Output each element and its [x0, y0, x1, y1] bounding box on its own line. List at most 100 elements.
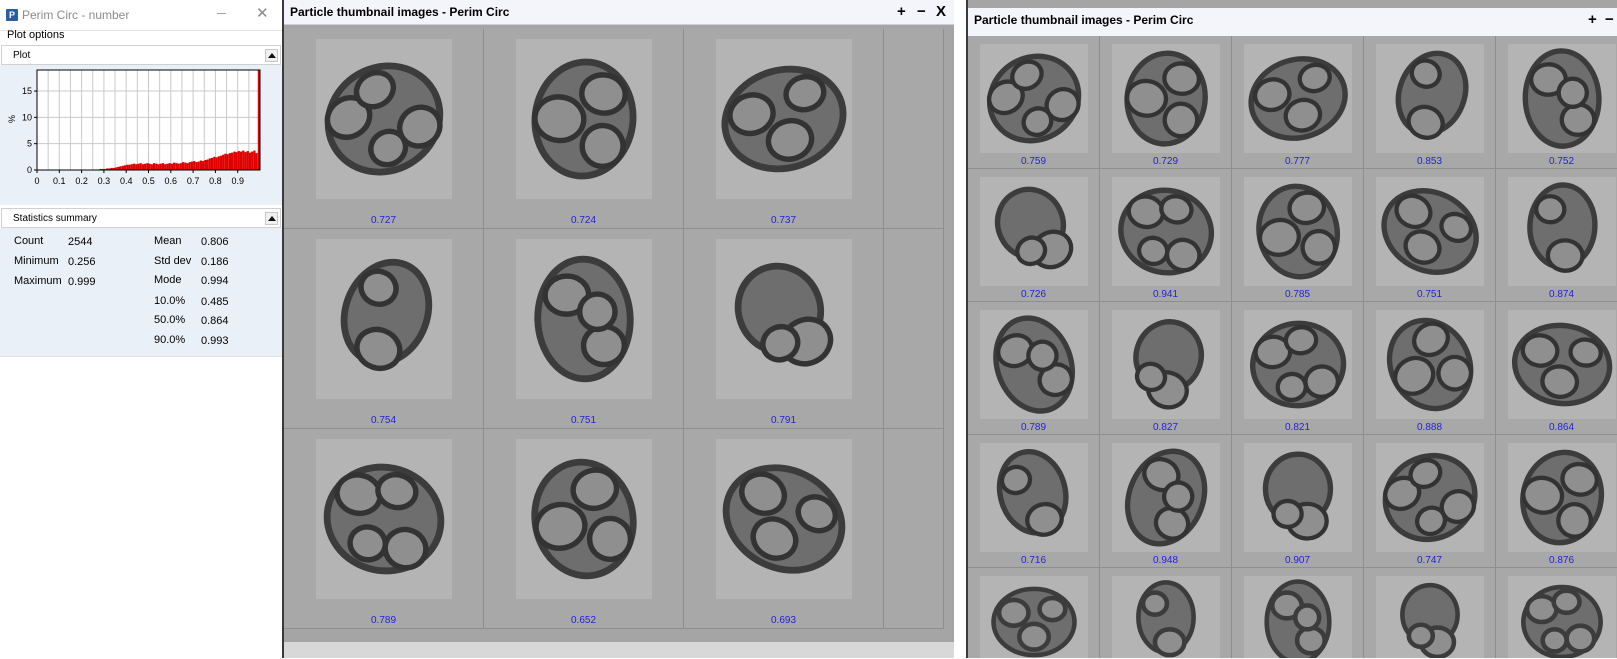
thumbnail-cell[interactable]: [968, 568, 1100, 658]
thumbnail-cell[interactable]: 0.874: [1496, 169, 1617, 302]
particle-thumbnail: [716, 239, 852, 399]
particle-thumbnail: [1375, 443, 1485, 553]
histogram-bar: [246, 151, 249, 170]
particle-thumbnail: [516, 439, 652, 599]
thumbnail-cell[interactable]: 0.864: [1496, 302, 1617, 435]
thumbnail-cell[interactable]: 0.716: [968, 435, 1100, 568]
particle-lobe: [1551, 588, 1582, 616]
plot-section-header[interactable]: Plot: [1, 45, 281, 65]
thumbnail-cell[interactable]: [1496, 568, 1617, 658]
thumbnail-cell[interactable]: 0.789: [284, 429, 484, 629]
particle-lobe: [1559, 102, 1597, 137]
horizontal-scrollbar[interactable]: [284, 642, 956, 658]
x-tick-label: 0.8: [209, 176, 222, 186]
panel-titlebar: P Perim Circ - number ✕: [0, 0, 282, 31]
histogram-bar: [181, 162, 185, 170]
std-dev-label: Std dev: [154, 255, 192, 267]
histogram-bar: [152, 163, 156, 170]
thumbnail-cell[interactable]: [884, 229, 944, 429]
thumbnail-cell[interactable]: [1232, 568, 1364, 658]
thumbnail-cell[interactable]: 0.941: [1100, 169, 1232, 302]
particle-image: [1118, 187, 1214, 276]
minus-button[interactable]: −: [1605, 12, 1614, 28]
histogram-bar: [173, 162, 176, 170]
thumbnail-cell[interactable]: 0.907: [1232, 435, 1364, 568]
thumbnail-cell[interactable]: 0.821: [1232, 302, 1364, 435]
circularity-value: 0.752: [1548, 156, 1575, 167]
thumbnail-cell[interactable]: 0.791: [684, 229, 884, 429]
mean-label: Mean: [154, 235, 182, 247]
particle-thumbnail: [1111, 310, 1221, 420]
thumbnail-cell[interactable]: 0.754: [284, 229, 484, 429]
particle-thumbnail: [1243, 44, 1353, 154]
histogram-bar: [226, 154, 229, 170]
thumbnail-cell[interactable]: 0.724: [484, 29, 684, 229]
particle-image: [721, 65, 847, 173]
x-tick-label: 0.6: [165, 176, 178, 186]
y-tick-label: 0: [27, 165, 32, 175]
thumbnail-cell[interactable]: 0.737: [684, 29, 884, 229]
circularity-value: 0.751: [570, 415, 597, 426]
histogram-bar: [210, 157, 214, 170]
collapse-stats-button[interactable]: [265, 212, 278, 225]
thumbnail-cell[interactable]: [1100, 568, 1232, 658]
thumbnail-cell[interactable]: [884, 429, 944, 629]
thumbnail-cell[interactable]: 0.729: [1100, 36, 1232, 169]
circularity-value: 0.888: [1416, 422, 1443, 433]
particle-image: [1511, 322, 1613, 407]
thumbnail-cell[interactable]: 0.759: [968, 36, 1100, 169]
particle-thumbnail: [716, 439, 852, 599]
thumbnail-cell[interactable]: 0.888: [1364, 302, 1496, 435]
particle-image: [734, 262, 834, 367]
particle-image: [986, 53, 1082, 144]
mode-value: 0.994: [201, 275, 229, 287]
histogram-bar: [119, 166, 122, 170]
plus-button[interactable]: +: [897, 4, 906, 20]
particle-image: [1124, 448, 1208, 547]
mode-label: Mode: [154, 274, 182, 286]
particle-image: [1264, 579, 1332, 658]
thumbnail-cell[interactable]: 0.785: [1232, 169, 1364, 302]
thumbnail-cell[interactable]: 0.747: [1364, 435, 1496, 568]
thumbnail-cell[interactable]: 0.752: [1496, 36, 1617, 169]
thumbnail-cell[interactable]: 0.751: [1364, 169, 1496, 302]
thumbnail-cell[interactable]: [884, 29, 944, 229]
stats-section-header[interactable]: Statistics summary: [1, 208, 281, 228]
thumbnail-cell[interactable]: 0.693: [684, 429, 884, 629]
particle-lobe: [532, 94, 587, 144]
plus-button[interactable]: +: [1588, 12, 1597, 28]
thumbnail-cell[interactable]: 0.827: [1100, 302, 1232, 435]
close-icon[interactable]: ✕: [256, 6, 269, 22]
close-button[interactable]: X: [936, 4, 946, 20]
panel-title: Perim Circ - number: [22, 8, 130, 22]
histogram-bar: [150, 164, 153, 170]
thumbnail-cell[interactable]: 0.789: [968, 302, 1100, 435]
histogram-bar: [135, 164, 138, 170]
histogram-bar: [219, 155, 223, 170]
thumbnail-cell[interactable]: 0.751: [484, 229, 684, 429]
thumbnail-cell[interactable]: 0.853: [1364, 36, 1496, 169]
panel-empty-area: [0, 356, 282, 659]
collapse-plot-button[interactable]: [265, 49, 278, 62]
histogram-bar: [224, 153, 227, 170]
particle-image: [1262, 451, 1334, 541]
particle-thumbnail: [516, 239, 652, 399]
histogram-bar: [190, 161, 194, 170]
thumbnail-cell[interactable]: 0.777: [1232, 36, 1364, 169]
histogram-bar: [175, 163, 178, 170]
thumbnail-cell[interactable]: 0.727: [284, 29, 484, 229]
circularity-value: 0.874: [1548, 289, 1575, 300]
histogram-bar: [239, 151, 243, 170]
thumbnail-cell[interactable]: 0.948: [1100, 435, 1232, 568]
circularity-value: 0.907: [1284, 555, 1311, 566]
minimize-icon[interactable]: [217, 13, 226, 14]
thumbnail-cell[interactable]: 0.726: [968, 169, 1100, 302]
particle-lobe: [1162, 61, 1201, 96]
particle-lobe: [1303, 364, 1340, 399]
thumbnail-cell[interactable]: [1364, 568, 1496, 658]
minus-button[interactable]: −: [917, 4, 926, 20]
circularity-value: 0.821: [1284, 422, 1311, 433]
circularity-value: 0.729: [1152, 156, 1179, 167]
thumbnail-cell[interactable]: 0.876: [1496, 435, 1617, 568]
thumbnail-cell[interactable]: 0.652: [484, 429, 684, 629]
